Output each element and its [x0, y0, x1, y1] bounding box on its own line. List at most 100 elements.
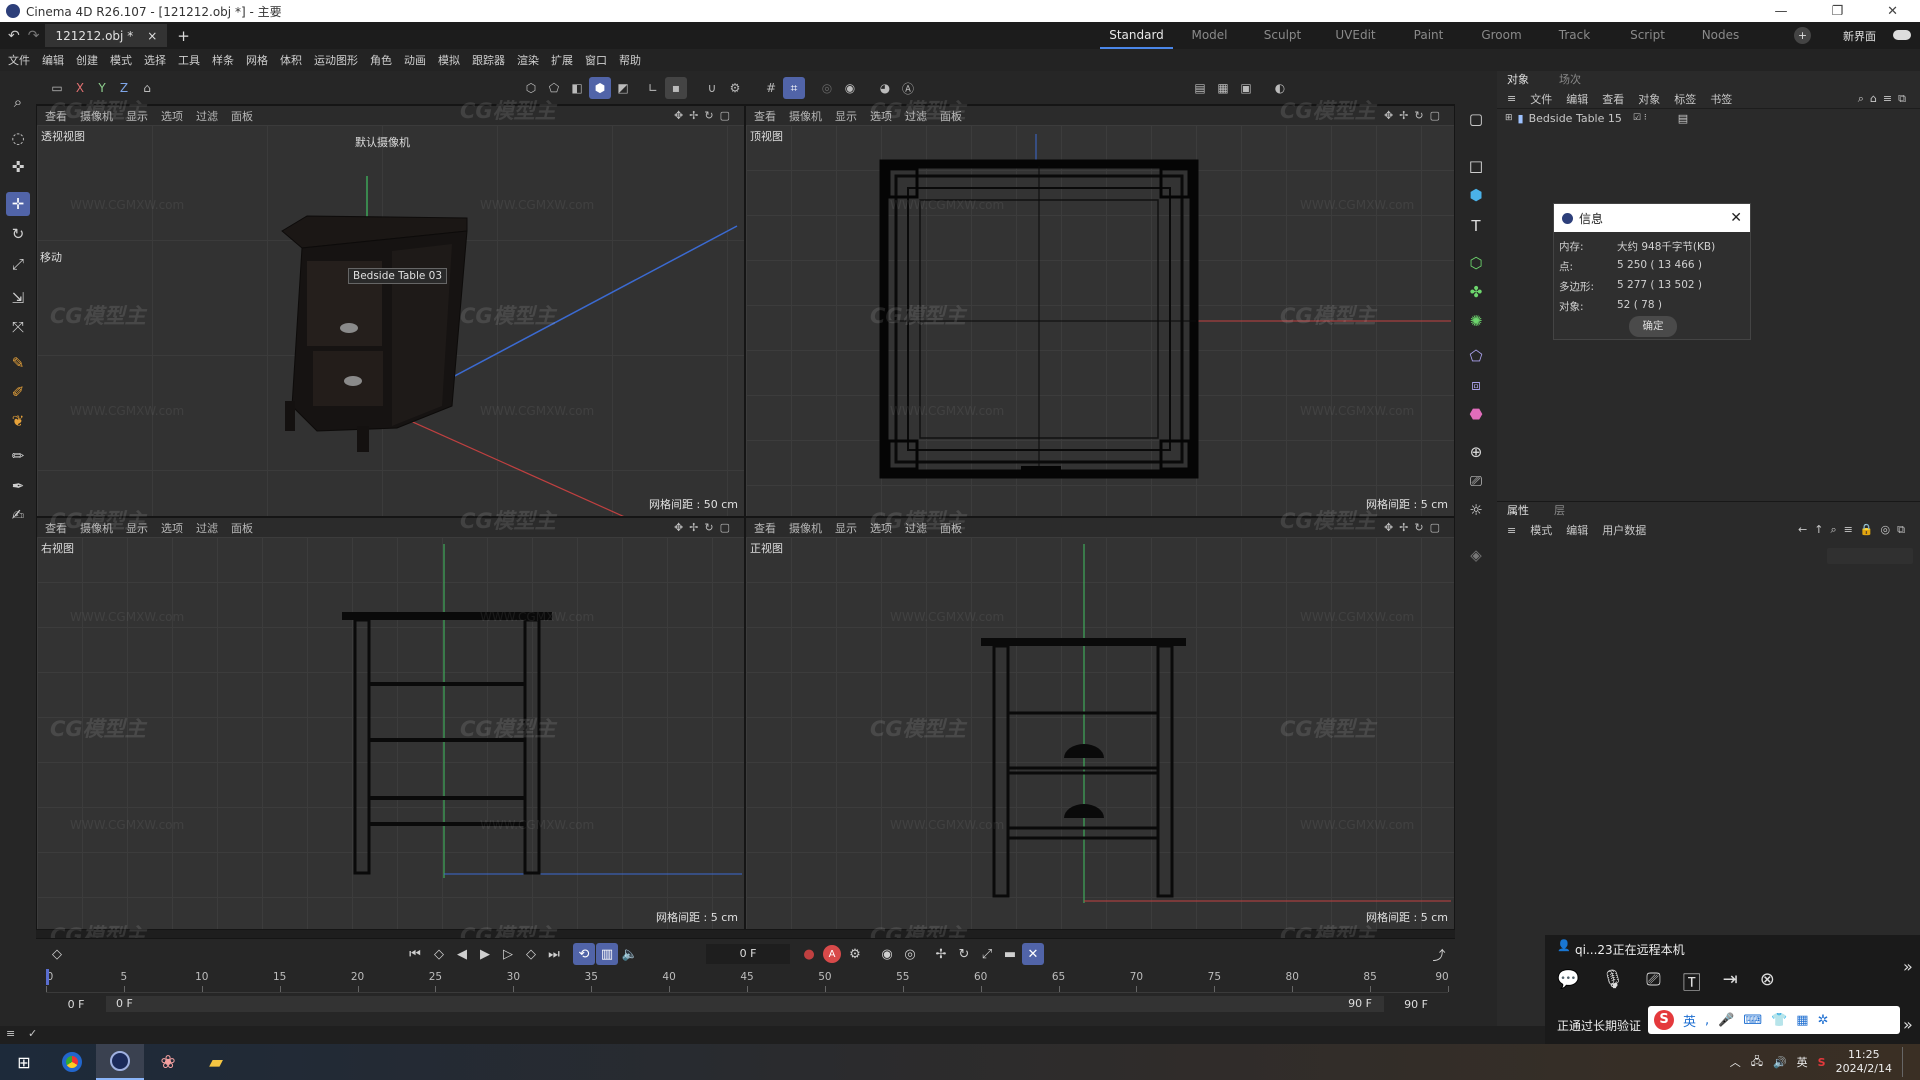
range-slider[interactable]: 0 F 90 F	[106, 996, 1384, 1012]
tab-attributes[interactable]: 属性	[1507, 502, 1529, 520]
screen-icon[interactable]: ⎚	[1646, 969, 1660, 995]
menu-spline[interactable]: 样条	[212, 52, 234, 68]
spline-shapes-icon[interactable]: ❦	[6, 409, 30, 433]
close-window-button[interactable]: ✕	[1887, 4, 1898, 19]
redo-icon[interactable]: ↷	[28, 28, 40, 44]
keyboard-icon[interactable]: ⌨	[1743, 1013, 1762, 1028]
layout-track[interactable]: Track	[1538, 22, 1611, 49]
settings-icon[interactable]: ⚙	[724, 77, 746, 99]
play-icon[interactable]: ▶	[474, 943, 496, 965]
hamburger-icon[interactable]: ≡	[1507, 92, 1516, 105]
keyframe-diamond-icon[interactable]: ◇	[46, 943, 68, 965]
range-start-field[interactable]: 0 F	[46, 998, 106, 1011]
maximize-button[interactable]: ❐	[1831, 4, 1843, 19]
visibility-icon[interactable]: ☑ ⁝	[1633, 113, 1647, 123]
object-name[interactable]: Bedside Table 15	[1529, 112, 1622, 125]
cube-primitive-icon[interactable]: ⬢	[1464, 183, 1488, 207]
null-object-icon[interactable]: ⧈	[1464, 373, 1488, 397]
close-icon[interactable]: ✕	[1730, 210, 1742, 226]
collapse-icon[interactable]: »	[1903, 1015, 1913, 1034]
next-key-icon[interactable]: ◇	[520, 943, 542, 965]
motion-icon[interactable]: ◉	[876, 943, 898, 965]
field-icon[interactable]: ⬠	[1464, 344, 1488, 368]
model-mode-icon[interactable]: ⬢	[589, 77, 611, 99]
menu-create[interactable]: 创建	[76, 52, 98, 68]
axis-mode-icon[interactable]: ∟	[642, 77, 664, 99]
rotation-key-icon[interactable]: ↻	[953, 943, 975, 965]
generator-icon[interactable]: ⬡	[1464, 251, 1488, 275]
go-to-start-icon[interactable]: ⏮	[404, 943, 426, 965]
playhead[interactable]	[46, 969, 49, 985]
am-menu-mode[interactable]: 模式	[1530, 522, 1552, 538]
environment-icon[interactable]: ⊕	[1464, 440, 1488, 464]
transform-tool-icon[interactable]: ⇲	[6, 286, 30, 310]
new-layout-label[interactable]: 新界面	[1843, 28, 1876, 44]
autokey-icon[interactable]: A	[821, 943, 843, 965]
volume-icon[interactable]: ⬣	[1464, 402, 1488, 426]
magnet-icon[interactable]: ∪	[701, 77, 723, 99]
menu-character[interactable]: 角色	[370, 52, 392, 68]
file-tab-close-icon[interactable]: ×	[147, 29, 157, 43]
uv-mode-icon[interactable]: ◩	[612, 77, 634, 99]
brush-icon[interactable]: ✏	[6, 444, 30, 468]
menu-mode[interactable]: 模式	[110, 52, 132, 68]
punctuation-icon[interactable]: ,	[1705, 1013, 1709, 1028]
next-frame-icon[interactable]: ▷	[497, 943, 519, 965]
loop-icon[interactable]: ⟲	[573, 943, 595, 965]
toggle-switch[interactable]	[1893, 30, 1911, 40]
ok-button[interactable]: 确定	[1629, 316, 1677, 337]
menu-mesh[interactable]: 网格	[246, 52, 268, 68]
chat-icon[interactable]: 💬	[1557, 969, 1579, 995]
rotate-tool-icon[interactable]: ↻	[6, 222, 30, 246]
om-menu-object[interactable]: 对象	[1638, 91, 1660, 107]
chrome-icon[interactable]	[48, 1044, 96, 1080]
tab-objects[interactable]: 对象	[1507, 71, 1529, 89]
toolbox-icon[interactable]: ▦	[1796, 1013, 1808, 1028]
menu-volume[interactable]: 体积	[280, 52, 302, 68]
clock[interactable]: 11:25 2024/2/14	[1836, 1048, 1892, 1076]
undo-icon[interactable]: ↶	[8, 28, 20, 44]
add-layout-icon[interactable]: +	[1794, 27, 1811, 44]
sound-icon[interactable]: 🔈	[619, 943, 641, 965]
layout-nodes[interactable]: Nodes	[1684, 22, 1757, 49]
tree-item[interactable]: ⊞ ▮ Bedside Table 15 ☑ ⁝ ▤	[1497, 109, 1920, 127]
skin-icon[interactable]: 👕	[1771, 1013, 1787, 1028]
file-transfer-icon[interactable]: ⇥	[1723, 969, 1738, 995]
menu-mograph[interactable]: 运动图形	[314, 52, 358, 68]
menu-render[interactable]: 渲染	[517, 52, 539, 68]
volume-icon[interactable]: 🔊	[1773, 1056, 1787, 1069]
move-tool-icon[interactable]: ✛	[6, 192, 30, 216]
spline-rectangle-icon[interactable]: □	[1464, 154, 1488, 178]
range-end-field[interactable]: 90 F	[1384, 998, 1448, 1011]
layout-standard[interactable]: Standard	[1100, 22, 1173, 49]
om-search-icon[interactable]: ⌕⌂≡⧉	[1858, 92, 1912, 106]
am-search-field[interactable]	[1827, 548, 1913, 564]
notification-icon[interactable]	[1902, 1047, 1906, 1077]
om-menu-view[interactable]: 查看	[1602, 91, 1624, 107]
hamburger-icon[interactable]: ≡	[1507, 524, 1516, 537]
layout-paint[interactable]: Paint	[1392, 22, 1465, 49]
om-menu-bookmarks[interactable]: 书签	[1710, 91, 1732, 107]
file-tab[interactable]: 121212.obj * ×	[45, 24, 168, 47]
sculpt-tool-icon[interactable]: ✍	[6, 503, 30, 527]
deformer-icon[interactable]: ✺	[1464, 309, 1488, 333]
tray-language[interactable]: 英	[1797, 1054, 1808, 1070]
menu-help[interactable]: 帮助	[619, 52, 641, 68]
render-active-view-icon[interactable]: ▦	[1212, 77, 1234, 99]
sogou-tray-icon[interactable]: S	[1818, 1056, 1826, 1069]
expand-icon[interactable]: ⊞	[1505, 113, 1513, 123]
am-nav-icons[interactable]: ←↑⌕≡🔒◎⧉	[1798, 523, 1912, 537]
prev-key-icon[interactable]: ◇	[428, 943, 450, 965]
clapboard-icon[interactable]: ▤	[1189, 77, 1211, 99]
render-picture-viewer-icon[interactable]: ▣	[1235, 77, 1257, 99]
camera-icon[interactable]: ⎚	[1464, 469, 1488, 493]
current-frame-field[interactable]: 0 F	[706, 944, 790, 964]
range-bar[interactable]: 0 F 0 F 90 F 90 F	[46, 995, 1448, 1013]
text-object-icon[interactable]: T	[1464, 214, 1488, 238]
scale-key-icon[interactable]: ⤢	[976, 943, 998, 965]
search-icon[interactable]: ⌕	[6, 90, 30, 114]
menu-extensions[interactable]: 扩展	[551, 52, 573, 68]
key-settings-icon[interactable]: ⚙	[844, 943, 866, 965]
pla-key-icon[interactable]: ✕	[1022, 943, 1044, 965]
om-menu-edit[interactable]: 编辑	[1566, 91, 1588, 107]
